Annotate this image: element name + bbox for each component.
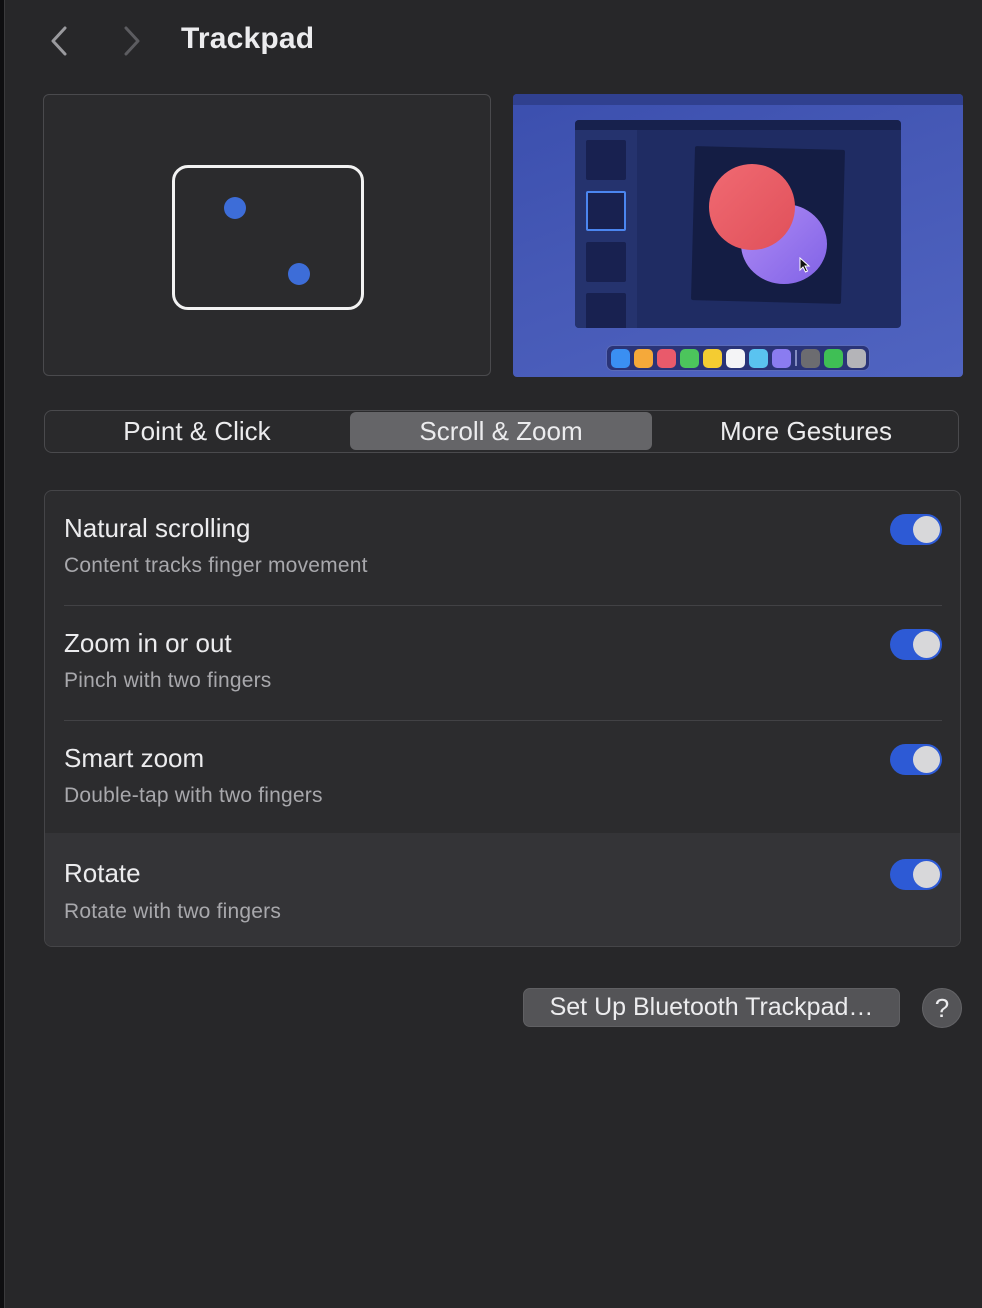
setting-subtitle: Content tracks finger movement <box>64 554 368 577</box>
dock-app-icon <box>823 348 843 368</box>
setting-subtitle: Double-tap with two fingers <box>64 784 323 807</box>
tab-bar: Point & Click Scroll & Zoom More Gesture… <box>44 410 959 453</box>
help-button[interactable]: ? <box>922 988 962 1028</box>
setting-title: Smart zoom <box>64 743 205 773</box>
dock-app-icon <box>656 348 676 368</box>
mini-thumbnail <box>586 140 626 180</box>
setting-row-natural-scrolling: Natural scrolling Content tracks finger … <box>45 491 960 606</box>
setting-title: Rotate <box>64 858 141 888</box>
mini-menubar <box>513 94 963 105</box>
toggle-knob <box>913 861 940 888</box>
tab-point-and-click[interactable]: Point & Click <box>46 412 348 450</box>
setting-row-zoom: Zoom in or out Pinch with two fingers <box>45 606 960 721</box>
setting-title: Natural scrolling <box>64 513 251 543</box>
zoom-toggle[interactable] <box>890 629 942 660</box>
smart-zoom-toggle[interactable] <box>890 744 942 775</box>
setting-title: Zoom in or out <box>64 628 232 658</box>
tab-more-gestures[interactable]: More Gestures <box>655 412 957 450</box>
mini-thumbnail <box>586 293 626 328</box>
setting-row-rotate: Rotate Rotate with two fingers <box>45 833 960 946</box>
dock-separator <box>794 350 797 366</box>
toolbar: Trackpad <box>0 0 982 84</box>
dock-app-icon <box>679 348 699 368</box>
natural-scrolling-toggle[interactable] <box>890 514 942 545</box>
setting-subtitle: Pinch with two fingers <box>64 669 272 692</box>
window-left-edge <box>0 0 5 1308</box>
dock-app-icon <box>633 348 653 368</box>
cursor-icon <box>799 257 811 273</box>
finger-dot-icon <box>224 197 246 219</box>
dock-app-icon <box>610 348 630 368</box>
back-button[interactable] <box>42 22 78 60</box>
tab-scroll-and-zoom[interactable]: Scroll & Zoom <box>350 412 652 450</box>
toggle-knob <box>913 631 940 658</box>
mini-sidebar <box>575 130 637 328</box>
chevron-right-icon <box>124 26 140 56</box>
toggle-knob <box>913 516 940 543</box>
settings-group: Natural scrolling Content tracks finger … <box>44 490 961 947</box>
mini-dock <box>606 345 870 371</box>
rotate-toggle[interactable] <box>890 859 942 890</box>
setting-row-smart-zoom: Smart zoom Double-tap with two fingers <box>45 721 960 836</box>
red-circle-shape <box>709 164 795 250</box>
mini-thumbnail-selected <box>586 191 626 231</box>
gesture-preview-trackpad <box>43 94 491 376</box>
set-up-bluetooth-trackpad-button[interactable]: Set Up Bluetooth Trackpad… <box>523 988 900 1027</box>
forward-button[interactable] <box>113 22 149 60</box>
dock-app-icon <box>771 348 791 368</box>
dock-app-icon <box>702 348 722 368</box>
finger-dot-icon <box>288 263 310 285</box>
setting-subtitle: Rotate with two fingers <box>64 900 282 923</box>
mini-thumbnail <box>586 242 626 282</box>
page-title: Trackpad <box>181 22 315 55</box>
trackpad-illustration <box>172 165 364 310</box>
chevron-left-icon <box>51 26 67 56</box>
dock-app-icon <box>846 348 866 368</box>
gesture-preview-screen <box>513 94 963 377</box>
dock-app-icon <box>748 348 768 368</box>
dock-app-icon <box>725 348 745 368</box>
dock-app-icon <box>800 348 820 368</box>
toggle-knob <box>913 746 940 773</box>
